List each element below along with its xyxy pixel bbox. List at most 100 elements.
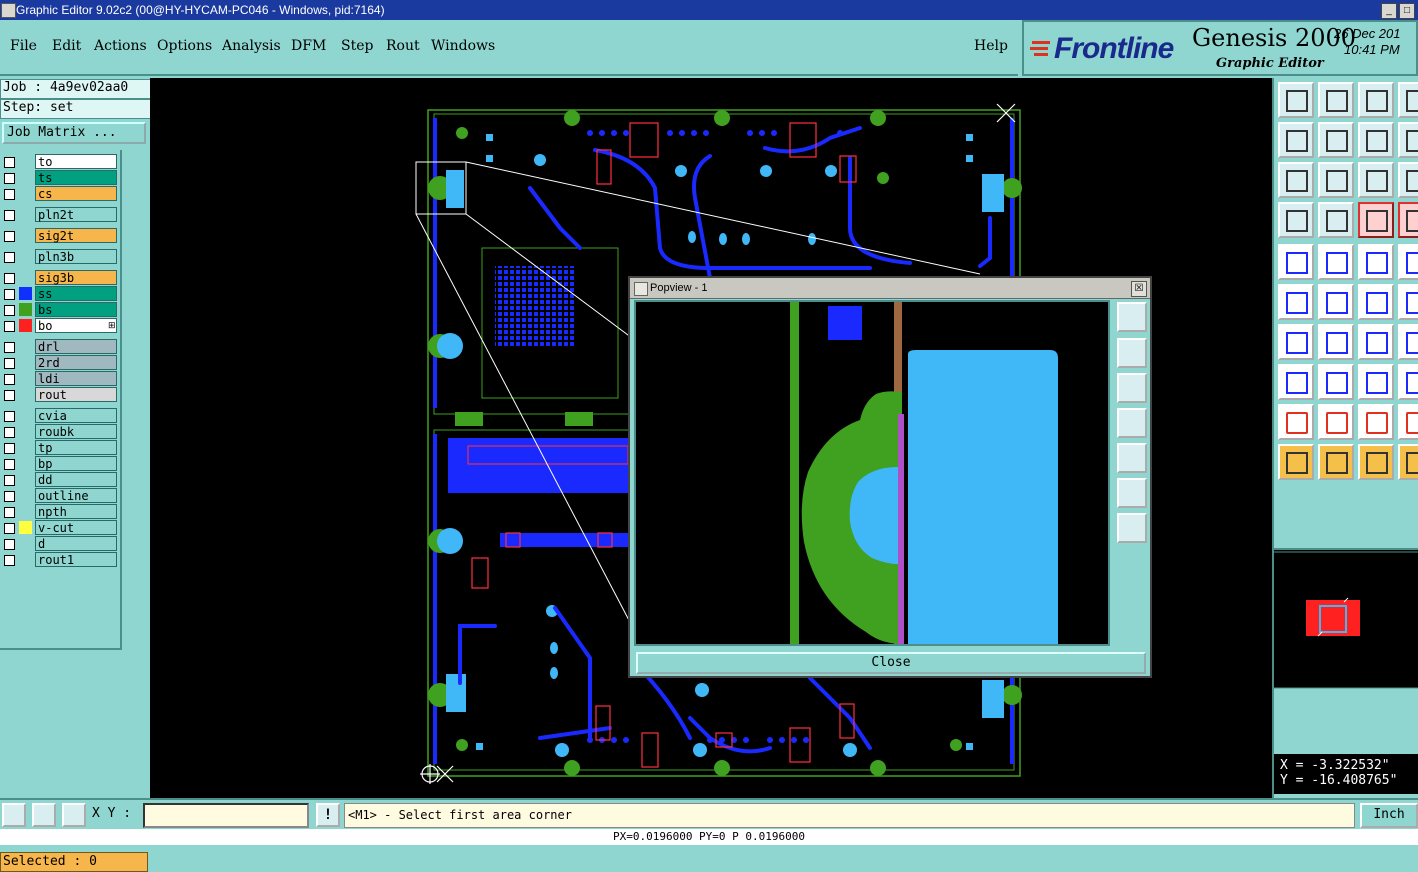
layer-checkbox[interactable] <box>4 475 15 486</box>
circle-icon[interactable] <box>1398 244 1418 280</box>
layer-name[interactable]: v-cut <box>35 520 117 535</box>
layer-checkbox[interactable] <box>4 443 15 454</box>
layer-row-d[interactable]: d <box>0 536 122 551</box>
popview-zoom-home-icon[interactable] <box>1117 302 1147 332</box>
layer-color-swatch[interactable] <box>19 271 32 284</box>
layer-row-roubk[interactable]: roubk <box>0 424 122 439</box>
layer-name[interactable]: bo <box>35 318 117 333</box>
home-icon[interactable] <box>1358 82 1394 118</box>
layer-name[interactable]: to <box>35 154 117 169</box>
layer-color-swatch[interactable] <box>19 155 32 168</box>
layer-color-swatch[interactable] <box>19 372 32 385</box>
popview-close-icon[interactable]: ☒ <box>1131 281 1147 297</box>
layer-row-bo[interactable]: bo ⊞ <box>0 318 122 333</box>
layer-row-v-cut[interactable]: v-cut <box>0 520 122 535</box>
arc-icon[interactable] <box>1358 324 1394 360</box>
fit-icon[interactable] <box>1278 162 1314 198</box>
layer-checkbox[interactable] <box>4 231 15 242</box>
layer-row-tp[interactable]: tp <box>0 440 122 455</box>
layer-name[interactable]: npth <box>35 504 117 519</box>
select-arrow-icon[interactable] <box>1278 444 1314 480</box>
arrow-icon[interactable] <box>1398 284 1418 320</box>
layer-name[interactable]: cs <box>35 186 117 201</box>
window-icon[interactable] <box>1398 82 1418 118</box>
layer-name[interactable]: cvia <box>35 408 117 423</box>
job-matrix-button[interactable]: Job Matrix ... <box>2 122 146 144</box>
layer-checkbox[interactable] <box>4 273 15 284</box>
layer-name[interactable]: tp <box>35 440 117 455</box>
layer-color-swatch[interactable] <box>19 250 32 263</box>
layer-checkbox[interactable] <box>4 321 15 332</box>
snap-mode-icon[interactable] <box>2 803 26 827</box>
layer-checkbox[interactable] <box>4 305 15 316</box>
layer-checkbox[interactable] <box>4 491 15 502</box>
layer-name[interactable]: bp <box>35 456 117 471</box>
triangle4-icon[interactable] <box>1398 404 1418 440</box>
popview-pan-up-icon[interactable] <box>1117 338 1147 368</box>
layer-checkbox[interactable] <box>4 411 15 422</box>
layer-name[interactable]: drl <box>35 339 117 354</box>
alert-button[interactable]: ! <box>316 803 340 827</box>
grid-icon[interactable] <box>62 803 86 827</box>
layer-checkbox[interactable] <box>4 358 15 369</box>
triangle2-icon[interactable] <box>1318 404 1354 440</box>
layer-checkbox[interactable] <box>4 210 15 221</box>
menu-options[interactable]: Options <box>157 38 212 54</box>
layer-row-cvia[interactable]: cvia <box>0 408 122 423</box>
target-icon[interactable] <box>1398 364 1418 400</box>
layer-color-swatch[interactable] <box>19 441 32 454</box>
layer-name[interactable]: roubk <box>35 424 117 439</box>
layer-checkbox[interactable] <box>4 539 15 550</box>
layer-row-cs[interactable]: cs <box>0 186 122 201</box>
layer-name[interactable]: bs <box>35 302 117 317</box>
nav-right-icon[interactable] <box>1318 122 1354 158</box>
overview-map[interactable] <box>1274 548 1418 689</box>
layer-row-ss[interactable]: ss <box>0 286 122 301</box>
xy-input[interactable] <box>143 803 309 828</box>
layer-row-dd[interactable]: dd <box>0 472 122 487</box>
connect-icon[interactable] <box>1278 284 1314 320</box>
mirror-icon[interactable] <box>1358 364 1394 400</box>
layer-color-swatch[interactable] <box>19 409 32 422</box>
layer-name[interactable]: sig3b <box>35 270 117 285</box>
menu-windows[interactable]: Windows <box>431 38 495 54</box>
layer-name[interactable]: rout <box>35 387 117 402</box>
triangle3-icon[interactable] <box>1358 404 1394 440</box>
menu-analysis[interactable]: Analysis <box>222 38 281 54</box>
layer-row-drl[interactable]: drl <box>0 339 122 354</box>
layer-name[interactable]: ts <box>35 170 117 185</box>
layer-name[interactable]: d <box>35 536 117 551</box>
menu-edit[interactable]: Edit <box>52 38 81 54</box>
nav-up-icon[interactable] <box>1278 82 1314 118</box>
layer-color-swatch[interactable] <box>19 388 32 401</box>
layer-checkbox[interactable] <box>4 252 15 263</box>
layer-name[interactable]: rout1 <box>35 552 117 567</box>
layer-checkbox[interactable] <box>4 555 15 566</box>
layer-color-swatch[interactable] <box>19 356 32 369</box>
maximize-button[interactable]: □ <box>1399 3 1415 19</box>
layer-checkbox[interactable] <box>4 427 15 438</box>
layer-row-sig3b[interactable]: sig3b <box>0 270 122 285</box>
nav-down-icon[interactable] <box>1318 82 1354 118</box>
layer-name[interactable]: outline <box>35 488 117 503</box>
layer-checkbox[interactable] <box>4 173 15 184</box>
layer-color-swatch[interactable] <box>19 505 32 518</box>
popview-pan-down-icon[interactable] <box>1117 373 1147 403</box>
layer-name[interactable]: pln3b <box>35 249 117 264</box>
layers-icon[interactable] <box>1358 202 1394 238</box>
layer-row-pln3b[interactable]: pln3b <box>0 249 122 264</box>
layer-color-swatch[interactable] <box>19 340 32 353</box>
layer-row-ldi[interactable]: ldi <box>0 371 122 386</box>
flip-icon[interactable] <box>1358 122 1394 158</box>
layer-color-swatch[interactable] <box>19 537 32 550</box>
layer-row-ts[interactable]: ts <box>0 170 122 185</box>
pad-icon[interactable] <box>1278 244 1314 280</box>
select-box-icon[interactable] <box>1278 364 1314 400</box>
measure-icon[interactable] <box>32 803 56 827</box>
layer-checkbox[interactable] <box>4 374 15 385</box>
arc2-icon[interactable] <box>1398 324 1418 360</box>
popview-zoom-out-icon[interactable] <box>1117 478 1147 508</box>
layer-row-rout1[interactable]: rout1 <box>0 552 122 567</box>
layer-checkbox[interactable] <box>4 189 15 200</box>
menu-step[interactable]: Step <box>341 38 373 54</box>
